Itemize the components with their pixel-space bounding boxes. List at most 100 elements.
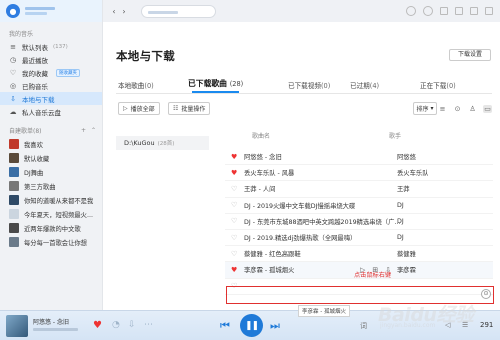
heart-filled-icon[interactable]: ♥ <box>231 169 237 177</box>
heart-filled-icon[interactable]: ♥ <box>93 320 102 331</box>
heart-outline-icon[interactable]: ♡ <box>231 185 237 193</box>
next-icon[interactable]: ⏭ <box>270 319 280 333</box>
song-artist[interactable]: 阿悠悠 <box>397 152 416 161</box>
message-icon[interactable] <box>423 6 433 16</box>
song-artist[interactable]: DJ <box>397 234 404 241</box>
playlist-item[interactable]: 今年夏天，短视频最火... <box>0 207 102 221</box>
tab-downloaded-songs[interactable]: 已下载歌曲 (28) <box>188 78 243 93</box>
skin-icon[interactable] <box>406 6 416 16</box>
tab-expired[interactable]: 已过期(4) <box>350 80 379 90</box>
back-icon[interactable]: ‹ <box>109 7 119 16</box>
table-row[interactable]: ♡ DJ - 东莞市东城88酒吧中英文跨越2019精选串烧（广... DJ <box>225 214 493 230</box>
playlist-item[interactable]: 默认收藏 <box>0 151 102 165</box>
sort-dropdown[interactable]: 排序 ▾ <box>413 102 437 115</box>
song-artist[interactable]: 蔡健雅 <box>397 249 416 258</box>
now-playing-title[interactable]: 阿悠悠 - 念旧 <box>33 317 69 326</box>
favorites-tag-badge: 随收藏夹 <box>56 68 80 77</box>
table-row[interactable]: ♡ 蔡健雅 - 红色高跟鞋 蔡健雅 <box>225 246 493 263</box>
add-playlist-icon[interactable]: + <box>81 127 86 134</box>
locate-icon[interactable]: ⊙ <box>481 289 491 299</box>
playlist-item[interactable]: 每分每一首歌会让你想 <box>0 235 102 249</box>
song-title: DJ - 2019.精选dj劲爆热歌（全网最嗨） <box>244 235 357 243</box>
playlist-item[interactable]: DJ舞曲 <box>0 165 102 179</box>
playlist-label: DJ舞曲 <box>24 169 44 177</box>
sidebar-item-purchased[interactable]: ◎ 已购音乐 <box>0 79 102 92</box>
pause-button[interactable]: ❚❚ <box>240 314 263 337</box>
folder-count: (28首) <box>157 141 175 147</box>
song-title: 阿悠悠 - 念旧 <box>244 154 282 162</box>
batch-icon: ☷ <box>173 105 179 112</box>
profile-info <box>25 7 55 15</box>
batch-operation-button[interactable]: ☷ 批量操作 <box>168 102 211 115</box>
playlist-item[interactable]: 第三方歌曲 <box>0 179 102 193</box>
download-settings-button[interactable]: 下载设置 <box>449 49 491 61</box>
table-row[interactable]: ♡ DJ - 2019火爆中文车载DJ慢摇串烧大碟 DJ <box>225 198 493 214</box>
collapse-icon[interactable]: ⌃ <box>91 127 96 134</box>
sidebar-item-label: 我的收藏 <box>22 69 48 78</box>
table-row[interactable]: ♥ 阿悠悠 - 念旧 阿悠悠 <box>225 149 493 166</box>
album-cover[interactable] <box>6 315 28 337</box>
song-artist[interactable]: 丢火车乐队 <box>397 168 428 177</box>
heart-filled-icon[interactable]: ♥ <box>231 266 237 274</box>
folder-item[interactable]: D:\KuGou (28首) <box>116 136 209 150</box>
heart-outline-icon[interactable]: ♡ <box>231 250 237 258</box>
now-playing-progress <box>33 328 78 331</box>
tab-downloading[interactable]: 正在下载(0) <box>420 80 456 90</box>
table-row[interactable]: ♡ <box>225 279 493 295</box>
table-row[interactable]: ♡ DJ - 2019.精选dj劲爆热歌（全网最嗨） DJ <box>225 230 493 247</box>
sidebar-item-default-list[interactable]: ≡ 默认列表 (137) <box>0 40 102 53</box>
song-artist[interactable]: 李彦霖 <box>397 265 416 274</box>
playlist-item[interactable]: 我喜欢 <box>0 137 102 151</box>
previous-icon[interactable]: ⏮ <box>220 319 230 333</box>
search-input[interactable] <box>141 4 216 18</box>
minimize-icon[interactable] <box>455 7 463 15</box>
song-artist[interactable]: DJ <box>397 202 404 209</box>
maximize-icon[interactable] <box>470 7 478 15</box>
heart-outline-icon[interactable]: ♡ <box>231 282 237 290</box>
table-row[interactable]: ♡ 王莽 - 人间 王莽 <box>225 181 493 198</box>
folder-view-icon[interactable]: ▭ <box>483 104 492 113</box>
tab-local-songs[interactable]: 本地歌曲(0) <box>118 80 154 90</box>
menu-icon[interactable] <box>440 7 448 15</box>
sidebar: ● 我的音乐 ≡ 默认列表 (137) ◷ 最近播放 ♡ 我的收藏 随收藏夹 ◎… <box>0 0 103 310</box>
folder-path: D:\KuGou <box>124 139 155 147</box>
singer-icon[interactable]: ♙ <box>468 105 477 113</box>
page-title: 本地与下载 <box>116 49 175 63</box>
sidebar-item-recent[interactable]: ◷ 最近播放 <box>0 53 102 66</box>
chevron-down-icon: ▾ <box>430 105 434 112</box>
song-artist[interactable]: DJ <box>397 218 404 225</box>
heart-outline-icon[interactable]: ♡ <box>231 201 237 209</box>
sidebar-item-favorites[interactable]: ♡ 我的收藏 随收藏夹 <box>0 66 102 79</box>
heart-outline-icon[interactable]: ♡ <box>231 217 237 225</box>
heart-outline-icon[interactable]: ♡ <box>231 234 237 242</box>
list-view-icon[interactable]: ≡ <box>438 105 447 113</box>
volume-icon[interactable]: ◁ <box>445 321 450 329</box>
lyrics-icon[interactable]: 词 <box>360 321 367 331</box>
heart-filled-icon[interactable]: ♥ <box>231 153 237 161</box>
table-row[interactable]: ♥ 丢火车乐队 - 风暴 丢火车乐队 <box>225 165 493 182</box>
forward-icon[interactable]: › <box>119 7 129 16</box>
playlist-thumbnail <box>9 195 19 205</box>
song-tooltip: 李彦霖 - 孤城烟火 <box>298 305 350 317</box>
user-profile[interactable]: ● <box>0 0 102 22</box>
song-artist[interactable]: 王莽 <box>397 184 410 193</box>
download-icon: ⇩ <box>10 94 16 103</box>
playlist-thumbnail <box>9 237 19 247</box>
tab-downloaded-videos[interactable]: 已下载视频(0) <box>288 80 330 90</box>
avatar[interactable]: ● <box>6 4 20 18</box>
close-icon[interactable] <box>485 7 493 15</box>
comment-icon[interactable]: ◔ <box>112 320 120 330</box>
play-icon: ▷ <box>123 105 128 112</box>
playlist-item[interactable]: 你知的道暖从来都不是我 <box>0 193 102 207</box>
download-icon[interactable]: ⇩ <box>128 320 136 330</box>
playlist-icon[interactable]: ☰ <box>462 321 468 329</box>
tab-bar: 本地歌曲(0) 已下载歌曲 (28) 已下载视频(0) 已过期(4) 正在下载(… <box>116 76 492 94</box>
playlist-item[interactable]: 近两年爆款的中文歌 <box>0 221 102 235</box>
sidebar-item-cloud[interactable]: ☁ 私人音乐云盘 <box>0 105 102 118</box>
sidebar-item-local-download[interactable]: ⇩ 本地与下载 <box>0 92 102 105</box>
song-title: DJ - 2019火爆中文车载DJ慢摇串烧大碟 <box>244 202 356 210</box>
column-song: 歌曲名 <box>252 133 271 140</box>
more-icon[interactable]: ⋯ <box>144 320 153 330</box>
play-all-button[interactable]: ▷ 播放全部 <box>118 102 160 115</box>
match-icon[interactable]: ⊙ <box>453 105 462 113</box>
